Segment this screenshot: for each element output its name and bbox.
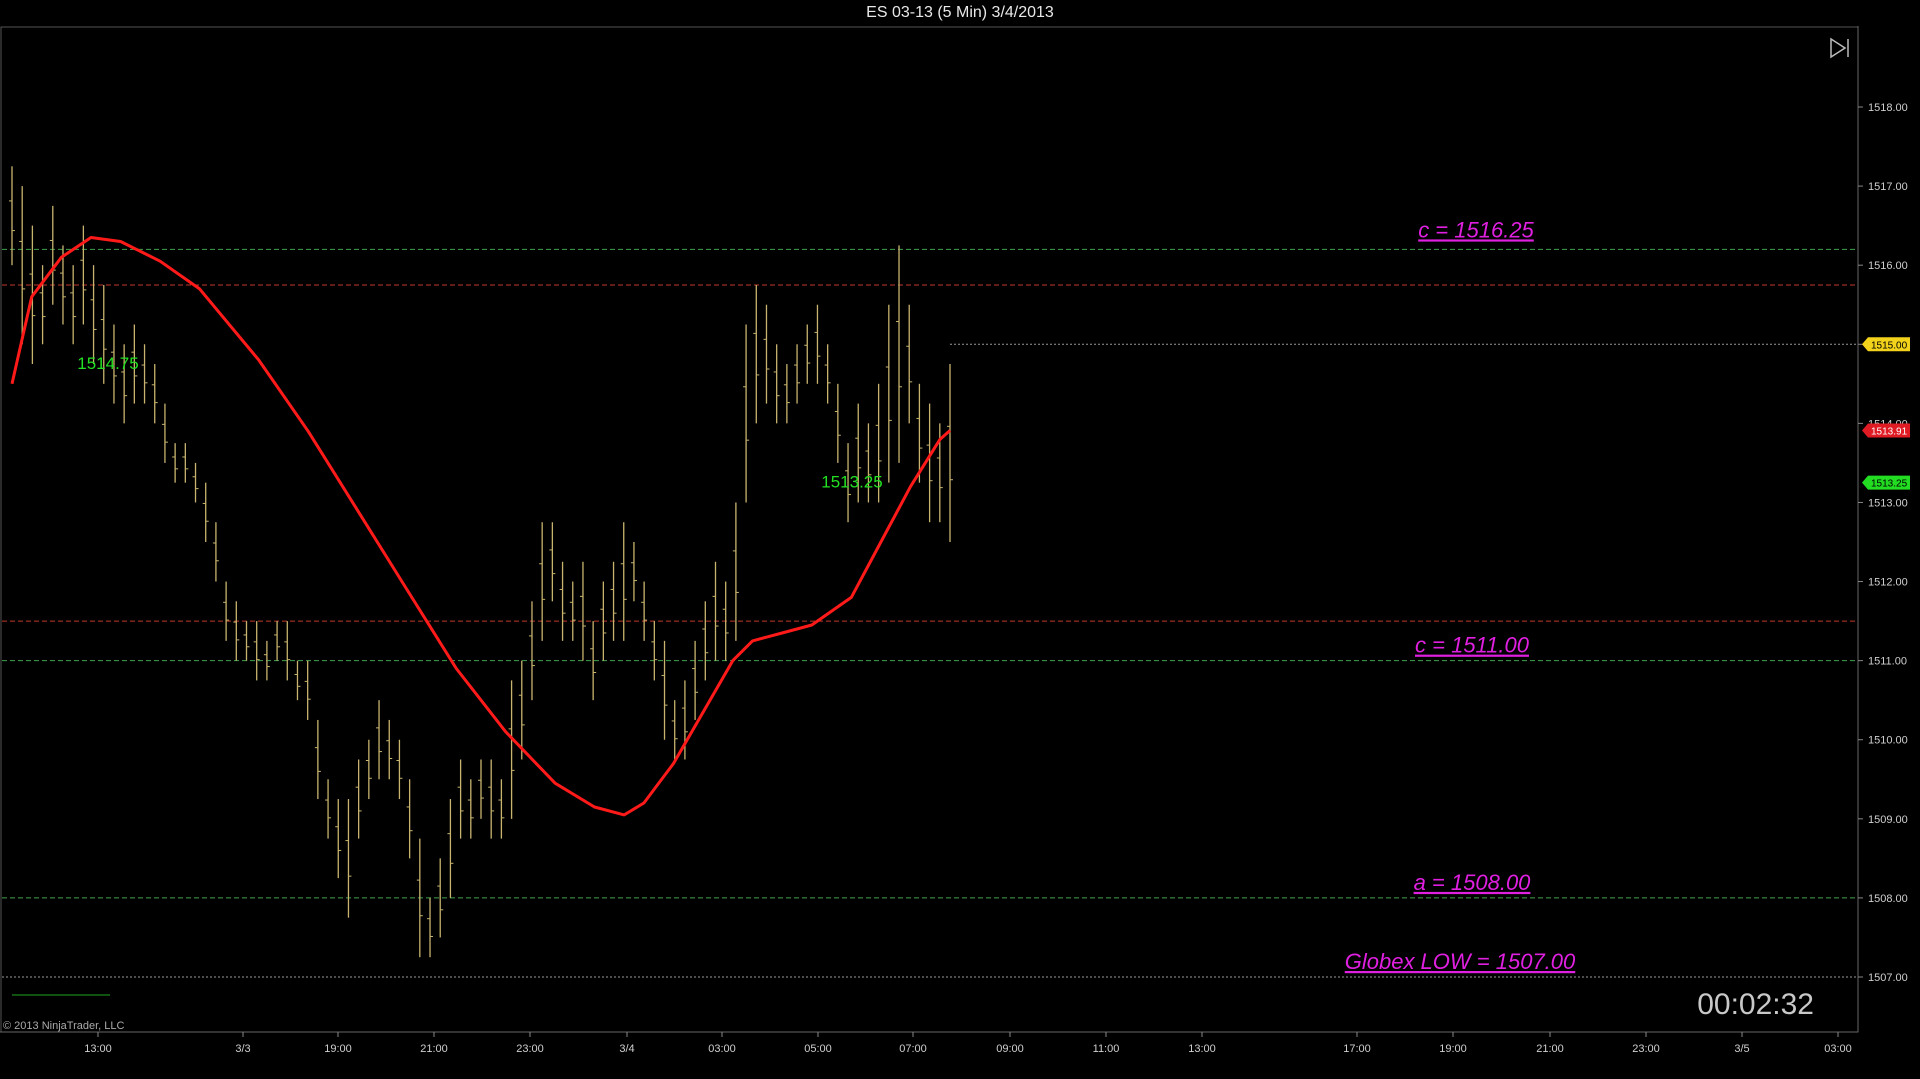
y-tick-label: 1510.00 — [1868, 735, 1908, 747]
price-tag-label: 1513.91 — [1871, 426, 1908, 437]
level-annotation: c = 1511.00 — [1415, 633, 1530, 658]
chart-title: ES 03-13 (5 Min) 3/4/2013 — [0, 0, 1920, 26]
x-tick-label: 11:00 — [1093, 1043, 1120, 1055]
x-tick-label: 19:00 — [324, 1043, 352, 1055]
moving-average-line — [10, 236, 951, 817]
chart-labels: c = 1516.25 c = 1511.00 a = 1508.00 Globex … — [77, 217, 1910, 974]
horizontal-lines — [2, 248, 1858, 996]
x-tick-label: 21:00 — [420, 1043, 448, 1055]
x-tick-label: 3/4 — [619, 1043, 634, 1055]
price-chart[interactable]: 1507.00 1508.00 1509.00 1510.00 1511.00 1512.… — [0, 26, 1920, 1079]
y-tick-label: 1516.00 — [1868, 260, 1908, 272]
x-tick-label: 03:00 — [708, 1043, 736, 1055]
x-tick-label: 13:00 — [1188, 1043, 1216, 1055]
x-tick-label: 21:00 — [1536, 1043, 1564, 1055]
x-tick-label: 3/3 — [235, 1043, 250, 1055]
y-tick-label: 1513.00 — [1868, 497, 1908, 509]
price-tag: 1513.25 — [1862, 475, 1910, 490]
x-tick-label: 07:00 — [899, 1043, 927, 1055]
y-tick-label: 1511.00 — [1868, 656, 1907, 668]
level-annotation: a = 1508.00 — [1414, 870, 1532, 895]
x-tick-label: 23:00 — [516, 1043, 544, 1055]
bar-timer: 00:02:32 — [1697, 988, 1814, 1021]
chart-axes: 1507.00 1508.00 1509.00 1510.00 1511.00 1512.… — [0, 26, 1908, 1055]
y-tick-label: 1512.00 — [1868, 577, 1908, 589]
copyright-text: © 2013 NinjaTrader, LLC — [3, 1020, 125, 1032]
level-annotation: c = 1516.25 — [1418, 217, 1534, 242]
level-annotation: Globex LOW = 1507.00 — [1345, 949, 1576, 974]
price-tag-label: 1515.00 — [1871, 340, 1908, 351]
y-tick-label: 1518.00 — [1868, 102, 1908, 114]
price-tag: 1515.00 — [1862, 337, 1910, 352]
y-tick-label: 1507.00 — [1868, 972, 1908, 984]
x-tick-label: 05:00 — [804, 1043, 832, 1055]
plot-frame — [0, 26, 1859, 1033]
price-value-label: 1513.25 — [821, 473, 882, 492]
x-tick-label: 17:00 — [1343, 1043, 1371, 1055]
price-tag-label: 1513.25 — [1871, 479, 1908, 490]
x-tick-label: 03:00 — [1824, 1043, 1852, 1055]
y-tick-label: 1509.00 — [1868, 814, 1908, 826]
x-tick-label: 19:00 — [1439, 1043, 1467, 1055]
y-tick-label: 1517.00 — [1868, 181, 1908, 193]
x-tick-label: 09:00 — [996, 1043, 1024, 1055]
skip-to-end-button[interactable] — [1828, 36, 1852, 60]
y-tick-label: 1508.00 — [1868, 893, 1908, 905]
skip-to-end-icon — [1830, 37, 1849, 59]
moving-average — [10, 236, 951, 817]
x-tick-label: 3/5 — [1734, 1043, 1749, 1055]
x-tick-label: 23:00 — [1632, 1043, 1660, 1055]
x-tick-label: 13:00 — [84, 1043, 112, 1055]
price-value-label: 1514.75 — [77, 354, 138, 373]
price-tag: 1513.91 — [1862, 423, 1910, 438]
